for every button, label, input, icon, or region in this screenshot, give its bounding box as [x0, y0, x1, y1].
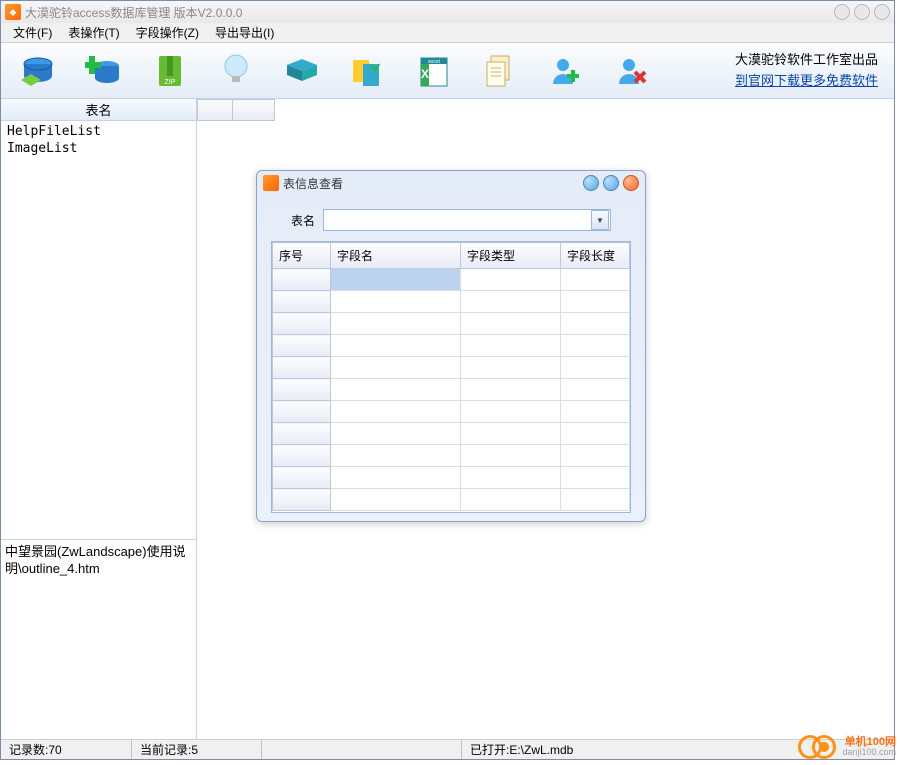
table-row[interactable]: [273, 269, 630, 291]
menu-table-ops[interactable]: 表操作(T): [62, 22, 125, 43]
list-item[interactable]: ImageList: [3, 140, 194, 157]
table-row[interactable]: [273, 401, 630, 423]
dialog-maximize-button[interactable]: [603, 175, 619, 191]
excel-button[interactable]: excel X: [413, 50, 455, 92]
table-name-label: 表名: [291, 212, 315, 229]
table-row[interactable]: [273, 313, 630, 335]
dialog-minimize-button[interactable]: [583, 175, 599, 191]
status-current: 当前记录:5: [131, 740, 261, 759]
menu-field-ops[interactable]: 字段操作(Z): [130, 22, 205, 43]
fields-table: 序号 字段名 字段类型 字段长度: [272, 242, 630, 511]
grid-column-header[interactable]: [233, 99, 275, 121]
toolbar: ZIP excel X 大漠驼铃软件工作室出品 到官网下载更多免费软件: [1, 43, 894, 99]
sidebar: 表名 HelpFileList ImageList 中望景园(ZwLandsca…: [1, 99, 197, 739]
dialog-icon: [263, 175, 279, 191]
status-empty: [261, 740, 461, 759]
col-header-index[interactable]: 序号: [273, 243, 331, 269]
statusbar: 记录数:70 当前记录:5 已打开:E:\ZwL.mdb: [1, 739, 894, 759]
list-item[interactable]: HelpFileList: [3, 123, 194, 140]
table-row[interactable]: [273, 357, 630, 379]
table-row[interactable]: [273, 423, 630, 445]
dialog-close-button[interactable]: [623, 175, 639, 191]
studio-name: 大漠驼铃软件工作室出品: [735, 50, 878, 71]
fields-table-wrap: 序号 字段名 字段类型 字段长度: [271, 241, 631, 513]
close-button[interactable]: [874, 4, 890, 20]
toolbar-info: 大漠驼铃软件工作室出品 到官网下载更多免费软件: [735, 50, 878, 92]
import-button[interactable]: [347, 50, 389, 92]
dialog-body: 表名 ▼ 序号 字段名 字段类型 字段长度: [257, 195, 645, 521]
table-row[interactable]: [273, 335, 630, 357]
grid-corner[interactable]: [197, 99, 233, 121]
dialog-form-row: 表名 ▼: [271, 203, 631, 241]
table-list[interactable]: HelpFileList ImageList: [1, 121, 196, 539]
window-title: 大漠驼铃access数据库管理 版本V2.0.0.0: [25, 4, 242, 21]
documents-button[interactable]: [479, 50, 521, 92]
table-name-input[interactable]: [324, 213, 590, 227]
grid-header: [197, 99, 894, 123]
fields-table-body: [273, 269, 630, 511]
menubar: 文件(F) 表操作(T) 字段操作(Z) 导出导出(I): [1, 23, 894, 43]
table-row[interactable]: [273, 445, 630, 467]
book-button[interactable]: [281, 50, 323, 92]
table-name-combo[interactable]: ▼: [323, 209, 611, 231]
svg-text:ZIP: ZIP: [165, 79, 176, 86]
col-header-fieldlen[interactable]: 字段长度: [561, 243, 630, 269]
menu-file[interactable]: 文件(F): [7, 22, 58, 43]
titlebar: ◆ 大漠驼铃access数据库管理 版本V2.0.0.0: [1, 1, 894, 23]
status-records: 记录数:70: [1, 740, 131, 759]
table-row[interactable]: [273, 379, 630, 401]
table-info-dialog: 表信息查看 表名 ▼ 序号 字段名 字段类型 字段长度: [256, 170, 646, 522]
status-opened: 已打开:E:\ZwL.mdb: [461, 740, 894, 759]
open-db-button[interactable]: [17, 50, 59, 92]
svg-text:excel: excel: [428, 59, 440, 65]
maximize-button[interactable]: [854, 4, 870, 20]
add-user-button[interactable]: [545, 50, 587, 92]
col-header-fieldname[interactable]: 字段名: [331, 243, 461, 269]
dialog-title: 表信息查看: [283, 175, 343, 192]
svg-text:X: X: [421, 67, 429, 81]
official-link[interactable]: 到官网下载更多免费软件: [735, 73, 878, 88]
minimize-button[interactable]: [834, 4, 850, 20]
compress-button[interactable]: ZIP: [149, 50, 191, 92]
menu-import-export[interactable]: 导出导出(I): [209, 22, 280, 43]
window-controls: [834, 4, 890, 20]
app-icon: ◆: [5, 4, 21, 20]
lightbulb-button[interactable]: [215, 50, 257, 92]
table-row[interactable]: [273, 467, 630, 489]
table-row[interactable]: [273, 291, 630, 313]
table-row[interactable]: [273, 489, 630, 511]
col-header-fieldtype[interactable]: 字段类型: [461, 243, 561, 269]
sidebar-preview: 中望景园(ZwLandscape)使用说明\outline_4.htm: [1, 539, 196, 739]
add-db-button[interactable]: [83, 50, 125, 92]
sidebar-header: 表名: [1, 99, 196, 121]
combo-dropdown-button[interactable]: ▼: [591, 210, 609, 230]
dialog-titlebar[interactable]: 表信息查看: [257, 171, 645, 195]
remove-user-button[interactable]: [611, 50, 653, 92]
